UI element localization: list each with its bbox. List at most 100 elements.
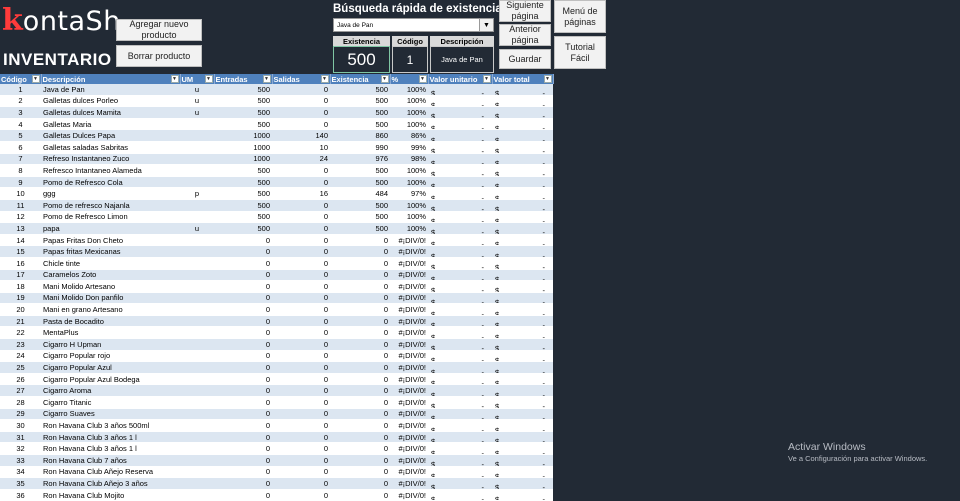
cell-descripcion: papa	[41, 222, 180, 235]
cell-existencia: 0	[330, 489, 390, 501]
table-row[interactable]: 5 Galletas Dulces Papa 1000 140 860 86% $ - $ -	[0, 129, 553, 142]
table-row[interactable]: 15 Papas fritas Mexicanas 0 0 0 #¡DIV/0! $ - $ -	[0, 245, 553, 258]
table-row[interactable]: 11 Pomo de refresco Najanla 500 0 500 100% $ - $…	[0, 199, 553, 212]
column-header[interactable]: Valor unitario ▼	[428, 74, 493, 84]
table-row[interactable]: 19 Mani Molido Don panfilo 0 0 0 #¡DIV/0! $ - $ -	[0, 292, 553, 305]
add-product-button[interactable]: Agregar nuevo producto	[116, 19, 202, 41]
cell-existencia: 0	[330, 419, 390, 432]
table-row[interactable]: 25 Cigarro Popular Azul 0 0 0 #¡DIV/0! $ - $ -	[0, 361, 553, 374]
table-row[interactable]: 34 Ron Havana Club Añejo Reserva 0 0 0 #¡DIV/…	[0, 466, 553, 479]
cell-um	[180, 234, 214, 247]
cell-codigo: 16	[0, 257, 41, 270]
table-row[interactable]: 2 Galletas dulces Porleo u 500 0 500 100% $ - $ -	[0, 95, 553, 108]
table-row[interactable]: 17 Caramelos Zoto 0 0 0 #¡DIV/0! $ - $ -	[0, 269, 553, 282]
cell-valor-unitario: $ -	[428, 234, 492, 247]
table-row[interactable]: 24 Cigarro Popular rojo 0 0 0 #¡DIV/0! $ - $ -	[0, 350, 553, 363]
column-header[interactable]: Salidas ▼	[272, 74, 331, 84]
existencia-header: Existencia	[333, 36, 390, 46]
filter-dropdown-icon[interactable]: ▼	[170, 75, 179, 83]
filter-dropdown-icon[interactable]: ▼	[543, 75, 552, 83]
table-row[interactable]: 6 Galletas saladas Sabritas 1000 10 990 99% $ -…	[0, 141, 553, 154]
table-row[interactable]: 33 Ron Havana Club 7 años 0 0 0 #¡DIV/0! $ - $ -	[0, 454, 553, 467]
cell-valor-unitario: $ -	[428, 106, 492, 119]
filter-dropdown-icon[interactable]: ▼	[482, 75, 491, 83]
cell-entradas: 0	[214, 396, 272, 409]
page-menu-button[interactable]: Menú de páginas	[554, 0, 606, 33]
table-row[interactable]: 1 Java de Pan u 500 0 500 100% $ - $ -	[0, 84, 553, 96]
prev-page-button[interactable]: Anterior página	[499, 24, 551, 46]
table-row[interactable]: 8 Refresco Intantaneo Alameda 500 0 500 100% $…	[0, 164, 553, 177]
table-row[interactable]: 4 Galletas Maria 500 0 500 100% $ - $ -	[0, 118, 553, 131]
cell-entradas: 0	[214, 269, 272, 282]
chevron-down-icon[interactable]: ▼	[479, 19, 493, 31]
table-row[interactable]: 22 MentaPlus 0 0 0 #¡DIV/0! $ - $ -	[0, 326, 553, 340]
cell-entradas: 0	[214, 466, 272, 479]
cell-existencia: 500	[330, 95, 390, 108]
cell-existencia: 0	[330, 280, 390, 293]
column-header[interactable]: % ▼	[390, 74, 429, 84]
cell-valor-total: $ -	[492, 373, 553, 386]
filter-dropdown-icon[interactable]: ▼	[262, 75, 271, 83]
cell-entradas: 1000	[214, 129, 272, 142]
table-row[interactable]: 28 Cigarro Titanic 0 0 0 #¡DIV/0! $ - $ -	[0, 396, 553, 409]
table-row[interactable]: 16 Chicle tinte 0 0 0 #¡DIV/0! $ - $ -	[0, 257, 553, 270]
table-row[interactable]: 35 Ron Havana Club Añejo 3 años 0 0 0 #¡DIV/0…	[0, 477, 553, 490]
cell-valor-total: $ -	[492, 141, 553, 154]
cell-descripcion: Cigarro Titanic	[41, 396, 180, 409]
table-row[interactable]: 21 Pasta de Bocadito 0 0 0 #¡DIV/0! $ - $ -	[0, 315, 553, 328]
cell-existencia: 500	[330, 176, 390, 189]
tutorial-button[interactable]: Tutorial Fácil	[554, 36, 606, 69]
table-row[interactable]: 14 Papas Fritas Don Cheto 0 0 0 #¡DIV/0! $ - $ -	[0, 234, 553, 247]
product-dropdown[interactable]: Java de Pan ▼	[333, 18, 494, 32]
table-row[interactable]: 36 Ron Havana Club Mojito 0 0 0 #¡DIV/0! $ - $ -	[0, 489, 553, 501]
cell-um	[180, 384, 214, 398]
table-row[interactable]: 9 Pomo de Refresco Cola 500 0 500 100% $ - $ -	[0, 176, 553, 189]
column-header[interactable]: Entradas ▼	[214, 74, 273, 84]
cell-porcentaje: #¡DIV/0!	[390, 419, 428, 432]
column-header[interactable]: Valor total ▼	[492, 74, 554, 84]
table-row[interactable]: 31 Ron Havana Club 3 años 1 l 0 0 0 #¡DIV/0! $…	[0, 431, 553, 444]
filter-dropdown-icon[interactable]: ▼	[204, 75, 213, 83]
cell-valor-unitario: $ -	[428, 477, 492, 490]
cell-existencia: 0	[330, 454, 390, 467]
table-row[interactable]: 29 Cigarro Suaves 0 0 0 #¡DIV/0! $ - $ -	[0, 408, 553, 421]
cell-existencia: 500	[330, 106, 390, 119]
column-header[interactable]: Existencia ▼	[330, 74, 391, 84]
cell-porcentaje: #¡DIV/0!	[390, 396, 428, 409]
page-title: INVENTARIO	[3, 50, 112, 69]
filter-dropdown-icon[interactable]: ▼	[380, 75, 389, 83]
cell-salidas: 0	[272, 84, 330, 96]
table-row[interactable]: 23 Cigarro H Upman 0 0 0 #¡DIV/0! $ - $ -	[0, 338, 553, 351]
table-row[interactable]: 18 Mani Molido Artesano 0 0 0 #¡DIV/0! $ - $ -	[0, 280, 553, 293]
table-row[interactable]: 7 Refreso Instantaneo Zuco 1000 24 976 98% $ - $…	[0, 153, 553, 166]
delete-product-button[interactable]: Borrar producto	[116, 45, 202, 67]
cell-existencia: 0	[330, 234, 390, 247]
cell-entradas: 0	[214, 315, 272, 328]
table-row[interactable]: 10 ggg p 500 16 484 97% $ - $ -	[0, 187, 553, 200]
table-row[interactable]: 26 Cigarro Popular Azul Bodega 0 0 0 #¡DIV/0!…	[0, 373, 553, 386]
cell-um	[180, 477, 214, 490]
filter-dropdown-icon[interactable]: ▼	[320, 75, 329, 83]
column-header[interactable]: Descripción ▼	[41, 74, 181, 84]
cell-um	[180, 164, 214, 177]
table-row[interactable]: 3 Galletas dulces Mamita u 500 0 500 100% $ - $ -	[0, 106, 553, 119]
table-row[interactable]: 30 Ron Havana Club 3 años 500ml 0 0 0 #¡DIV/0…	[0, 419, 553, 432]
filter-dropdown-icon[interactable]: ▼	[418, 75, 427, 83]
table-row[interactable]: 13 papa u 500 0 500 100% $ - $ -	[0, 222, 553, 235]
save-button[interactable]: Guardar	[499, 49, 551, 69]
cell-entradas: 0	[214, 489, 272, 501]
cell-descripcion: Ron Havana Club 3 años 500ml	[41, 419, 180, 432]
column-header[interactable]: UM ▼	[180, 74, 215, 84]
cell-salidas: 0	[272, 373, 330, 386]
table-row[interactable]: 27 Cigarro Aroma 0 0 0 #¡DIV/0! $ - $ -	[0, 384, 553, 398]
column-header[interactable]: Código ▼	[0, 74, 42, 84]
table-row[interactable]: 20 Mani en grano Artesano 0 0 0 #¡DIV/0! $ - $ -	[0, 303, 553, 316]
cell-existencia: 500	[330, 164, 390, 177]
cell-salidas: 0	[272, 489, 330, 501]
table-row[interactable]: 32 Ron Havana Club 3 años 1 l 0 0 0 #¡DIV/0! $…	[0, 442, 553, 455]
table-row[interactable]: 12 Pomo de Refresco Limon 500 0 500 100% $ - $ -	[0, 211, 553, 224]
filter-dropdown-icon[interactable]: ▼	[31, 75, 40, 83]
cell-valor-total: $ -	[492, 164, 553, 177]
next-page-button[interactable]: Siguiente página	[499, 0, 551, 22]
column-header-label: Valor unitario	[429, 74, 478, 84]
